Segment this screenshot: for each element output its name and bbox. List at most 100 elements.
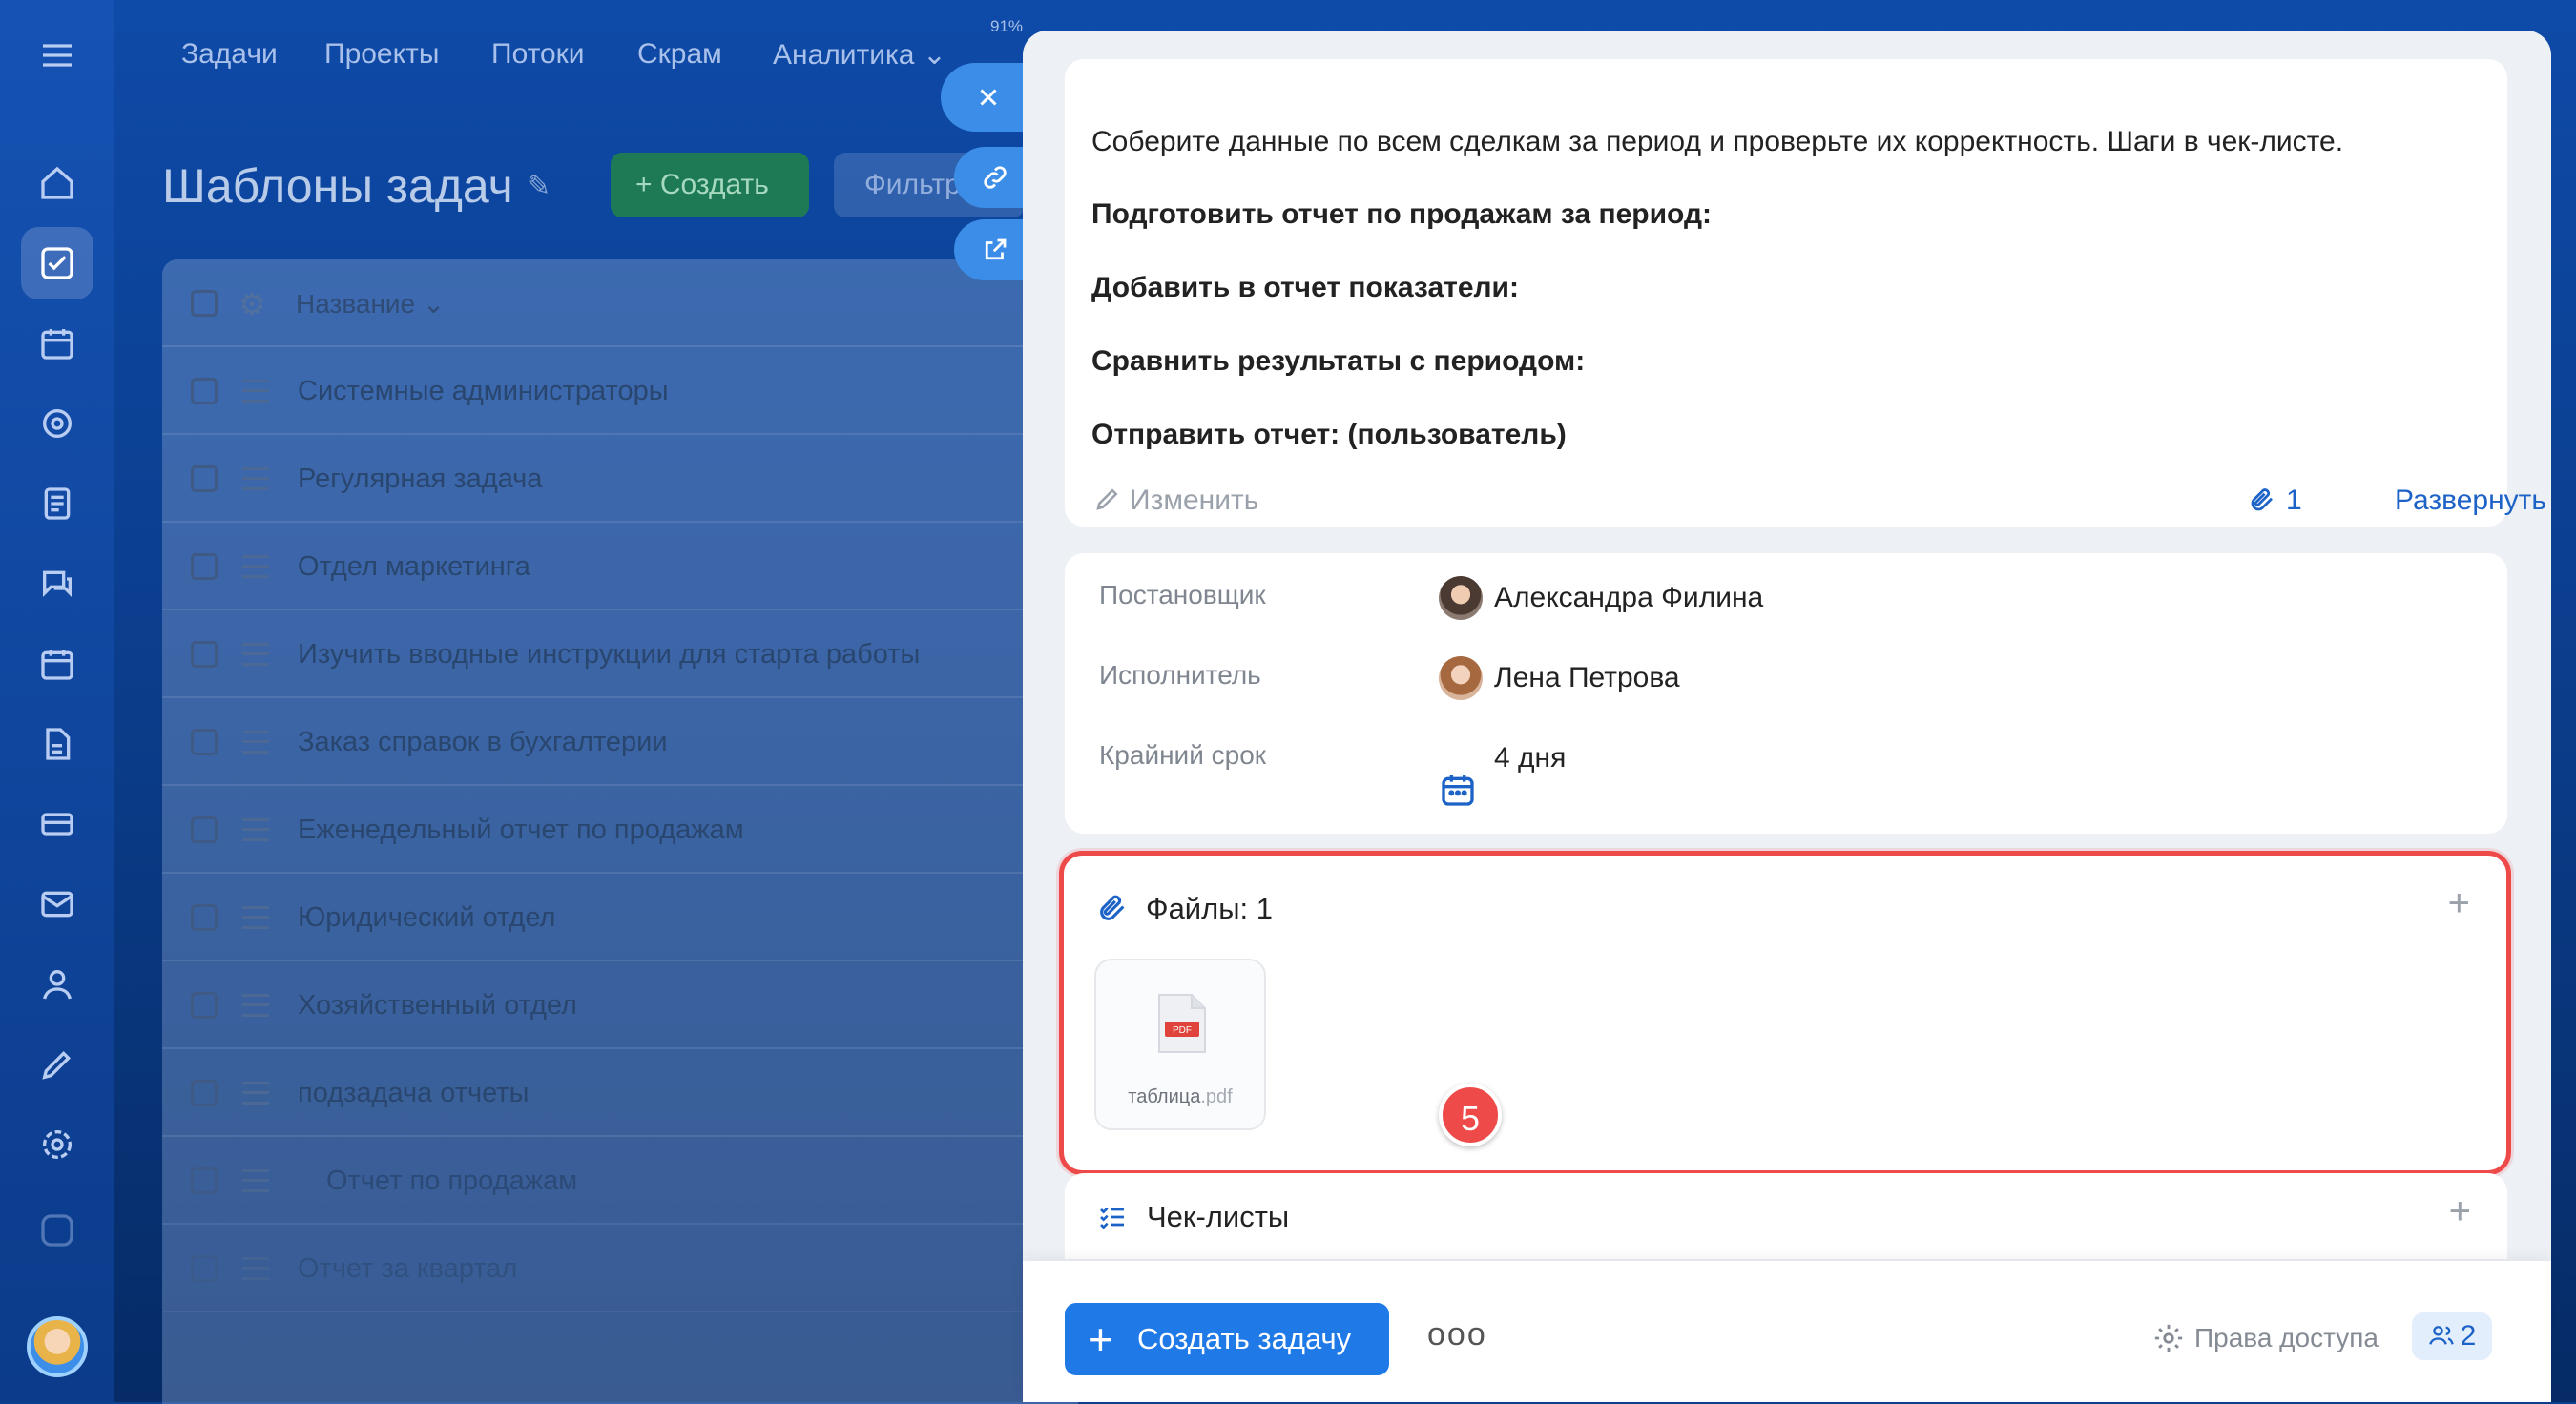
drag-handle-icon[interactable] — [242, 994, 269, 1017]
contacts-icon[interactable] — [34, 961, 80, 1007]
add-file-plus-icon[interactable]: + — [2448, 882, 2470, 925]
row-checkbox[interactable] — [191, 378, 218, 404]
assignee-name[interactable]: Лена Петрова — [1494, 662, 1680, 694]
creator-name[interactable]: Александра Филина — [1494, 582, 1763, 614]
row-checkbox[interactable] — [191, 465, 218, 492]
mail-icon[interactable] — [34, 881, 80, 927]
nav-tasks[interactable]: Задачи — [181, 38, 278, 71]
row-checkbox[interactable] — [191, 1080, 218, 1106]
table-row[interactable]: Отчет за квартал — [162, 1225, 1078, 1312]
document-icon[interactable] — [34, 481, 80, 526]
nav-projects[interactable]: Проекты — [324, 38, 439, 71]
row-name[interactable]: подзадача отчеты — [298, 1078, 529, 1109]
home-icon[interactable] — [34, 160, 80, 206]
file-base-name: таблица — [1128, 1086, 1201, 1107]
drag-handle-icon[interactable] — [242, 818, 269, 841]
create-task-button[interactable]: + Создать задачу — [1065, 1303, 1389, 1375]
description-text: Соберите данные по всем сделкам за перио… — [1091, 126, 2344, 157]
drag-handle-icon[interactable] — [242, 467, 269, 490]
edit-label: Изменить — [1130, 485, 1259, 516]
files-title: Файлы: 1 — [1146, 892, 1273, 925]
drag-handle-icon[interactable] — [242, 906, 269, 929]
row-name[interactable]: Регулярная задача — [298, 464, 542, 495]
table-row[interactable]: Изучить вводные инструкции для старта ра… — [162, 610, 1078, 698]
table-row[interactable]: Регулярная задача — [162, 435, 1078, 523]
file-name[interactable]: таблица.pdf — [1096, 1086, 1264, 1108]
drag-handle-icon[interactable] — [242, 555, 269, 578]
attachments-count: 1 — [2286, 485, 2302, 516]
file-extension: .pdf — [1200, 1086, 1233, 1107]
table-row[interactable]: Отдел маркетинга — [162, 523, 1078, 610]
table-row[interactable]: Хозяйственный отдел — [162, 961, 1078, 1049]
row-name[interactable]: Системные администраторы — [298, 376, 669, 407]
menu-icon[interactable] — [34, 32, 80, 78]
chat-icon[interactable] — [34, 561, 80, 607]
description-step: Добавить в отчет показатели: — [1091, 272, 1519, 303]
access-rights-label: Права доступа — [2194, 1323, 2379, 1352]
left-sidebar — [0, 0, 114, 1402]
tasks-icon[interactable] — [34, 240, 80, 286]
row-name[interactable]: Отчет по продажам — [326, 1166, 577, 1197]
row-checkbox[interactable] — [191, 1167, 218, 1194]
deadline-label: Крайний срок — [1099, 740, 1267, 770]
add-checklist-plus-icon[interactable]: + — [2449, 1190, 2471, 1233]
row-checkbox[interactable] — [191, 904, 218, 931]
row-name[interactable]: Отдел маркетинга — [298, 551, 530, 583]
members-badge[interactable]: 2 — [2412, 1312, 2492, 1360]
file-tile[interactable]: PDF таблица.pdf — [1094, 959, 1266, 1130]
user-avatar[interactable] — [27, 1316, 88, 1377]
drag-handle-icon[interactable] — [242, 1257, 269, 1280]
attachments-counter[interactable]: 1 — [2248, 485, 2302, 517]
row-checkbox[interactable] — [191, 816, 218, 843]
pin-icon[interactable]: ✎ — [527, 170, 551, 203]
drag-handle-icon[interactable] — [242, 380, 269, 403]
row-checkbox[interactable] — [191, 1255, 218, 1282]
checklists-section: Чек-листы + — [1065, 1173, 2507, 1259]
table-row[interactable]: подзадача отчеты — [162, 1049, 1078, 1137]
row-name[interactable]: Отчет за квартал — [298, 1253, 517, 1285]
table-row[interactable]: Еженедельный отчет по продажам — [162, 786, 1078, 874]
drag-handle-icon[interactable] — [242, 731, 269, 754]
pencil-icon[interactable] — [34, 1042, 80, 1087]
settings-gear-icon[interactable] — [34, 1122, 80, 1167]
drag-handle-icon[interactable] — [242, 1169, 269, 1192]
nav-scrum[interactable]: Скрам — [637, 38, 722, 71]
row-name[interactable]: Еженедельный отчет по продажам — [298, 815, 744, 846]
row-name[interactable]: Изучить вводные инструкции для старта ра… — [298, 639, 920, 671]
crm-icon[interactable] — [34, 401, 80, 446]
row-checkbox[interactable] — [191, 641, 218, 668]
edit-button[interactable]: Изменить — [1093, 485, 1258, 517]
row-checkbox[interactable] — [191, 992, 218, 1019]
paperclip-icon — [2251, 488, 2273, 511]
step-number-badge: 5 — [1439, 1084, 1502, 1146]
expand-link[interactable]: Развернуть — [2395, 485, 2546, 517]
description-card: Соберите данные по всем сделкам за перио… — [1065, 59, 2546, 526]
row-checkbox[interactable] — [191, 553, 218, 580]
deadline-value[interactable]: 4 дня — [1494, 742, 1566, 774]
file-icon[interactable] — [34, 721, 80, 767]
table-row[interactable]: Системные администраторы — [162, 347, 1078, 435]
close-panel-button[interactable] — [941, 63, 1036, 132]
column-name-header[interactable]: Название ⌄ — [296, 288, 445, 320]
more-options-icon[interactable]: ooo — [1427, 1316, 1487, 1353]
table-row[interactable]: Юридический отдел — [162, 874, 1078, 961]
create-template-button[interactable]: + Создать — [611, 153, 809, 217]
row-checkbox[interactable] — [191, 729, 218, 755]
gear-icon[interactable]: ⚙ — [239, 286, 266, 322]
drag-handle-icon[interactable] — [242, 643, 269, 666]
select-all-checkbox[interactable] — [191, 290, 218, 317]
table-row[interactable]: Заказ справок в бухгалтерии — [162, 698, 1078, 786]
row-name[interactable]: Юридический отдел — [298, 902, 555, 934]
card-icon[interactable] — [34, 801, 80, 847]
nav-analytics[interactable]: Аналитика ⌄ — [773, 38, 946, 72]
table-row[interactable]: Отчет по продажам — [162, 1137, 1078, 1225]
calendar-icon[interactable] — [34, 641, 80, 687]
calendar-grid-icon[interactable] — [34, 320, 80, 366]
nav-flows[interactable]: Потоки — [491, 38, 585, 71]
drag-handle-icon[interactable] — [242, 1082, 269, 1105]
row-name[interactable]: Заказ справок в бухгалтерии — [298, 727, 668, 758]
app-icon[interactable] — [34, 1208, 80, 1253]
nav-analytics-label: Аналитика — [773, 39, 915, 71]
row-name[interactable]: Хозяйственный отдел — [298, 990, 577, 1022]
access-rights-button[interactable]: Права доступа — [2152, 1322, 2379, 1354]
